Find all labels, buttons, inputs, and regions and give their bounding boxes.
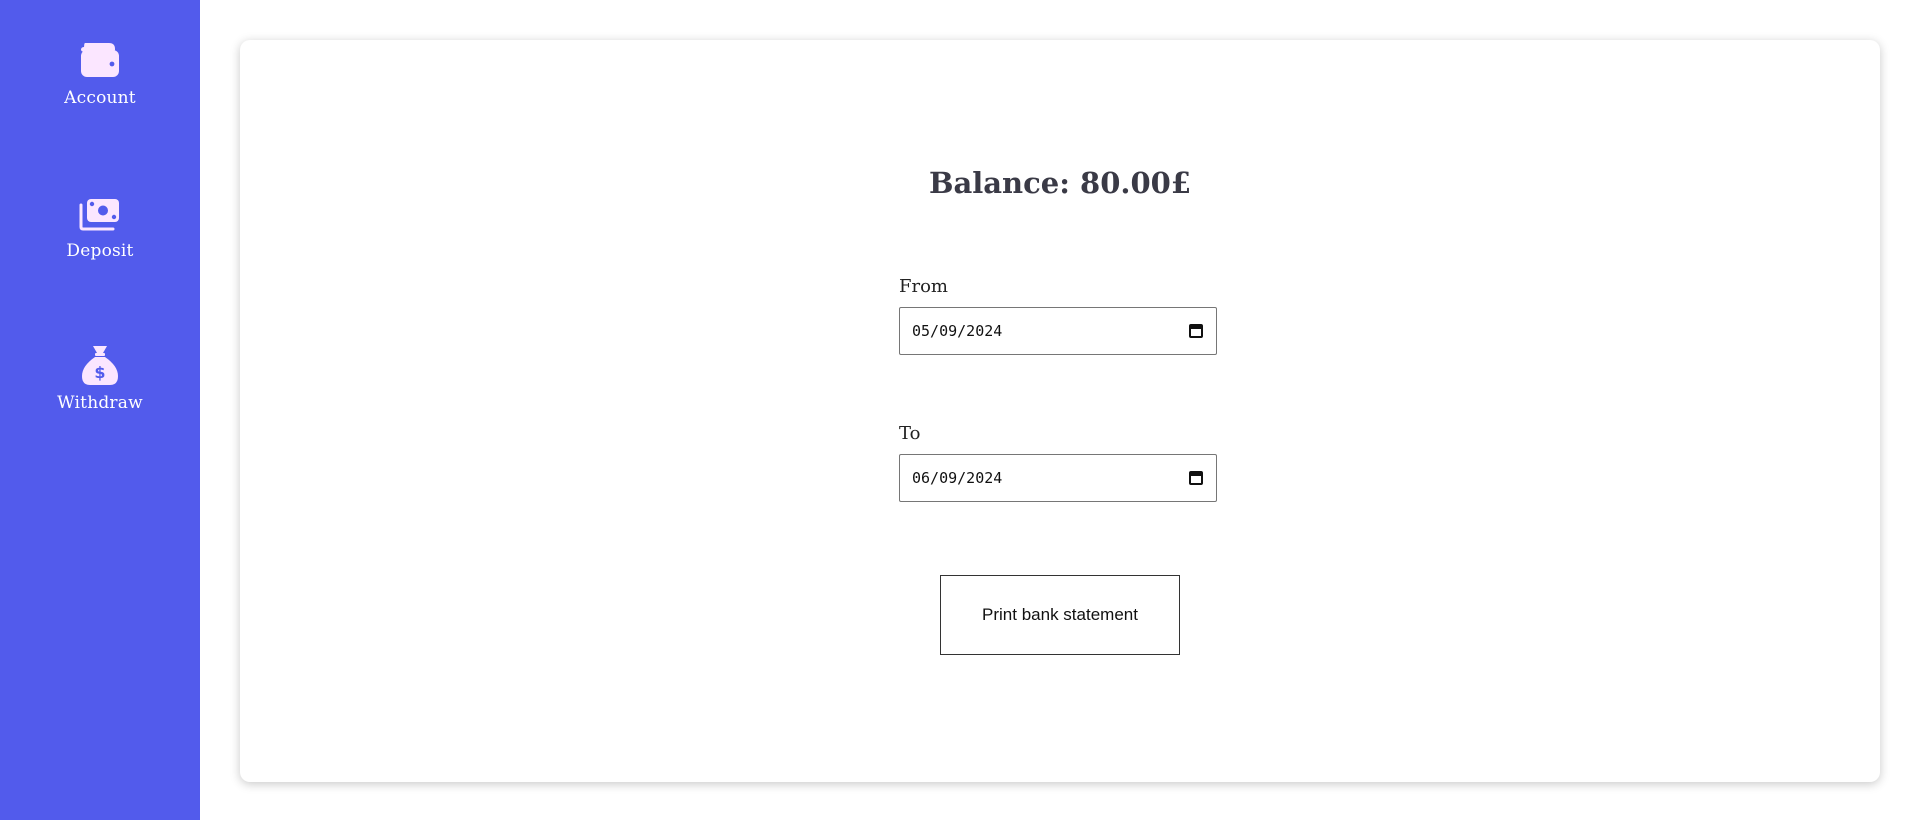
money-bag-icon: $ — [78, 343, 122, 387]
to-date-value: 06/09/2024 — [912, 469, 1003, 487]
sidebar: Account Deposit $ Withdraw — [0, 0, 200, 820]
sidebar-item-label: Deposit — [66, 241, 134, 261]
wallet-icon — [78, 38, 122, 82]
sidebar-item-deposit[interactable]: Deposit — [0, 191, 200, 261]
from-date-label: From — [899, 276, 948, 297]
calendar-icon[interactable] — [1188, 323, 1204, 339]
balance-heading: Balance: 80.00£ — [928, 166, 1192, 200]
sidebar-item-label: Withdraw — [57, 393, 143, 413]
print-statement-button[interactable]: Print bank statement — [940, 575, 1180, 655]
statement-card: Balance: 80.00£ From 05/09/2024 To 06/09… — [240, 40, 1880, 782]
sidebar-item-withdraw[interactable]: $ Withdraw — [0, 343, 200, 413]
app-root: Account Deposit $ Withdraw Balance: 80.0… — [0, 0, 1919, 820]
to-date-input[interactable]: 06/09/2024 — [899, 454, 1217, 502]
sidebar-item-account[interactable]: Account — [0, 38, 200, 108]
from-date-value: 05/09/2024 — [912, 322, 1003, 340]
from-date-input[interactable]: 05/09/2024 — [899, 307, 1217, 355]
to-date-label: To — [899, 423, 921, 444]
svg-text:$: $ — [94, 363, 105, 382]
calendar-icon[interactable] — [1188, 470, 1204, 486]
money-bills-icon — [78, 191, 122, 235]
sidebar-item-label: Account — [64, 88, 136, 108]
